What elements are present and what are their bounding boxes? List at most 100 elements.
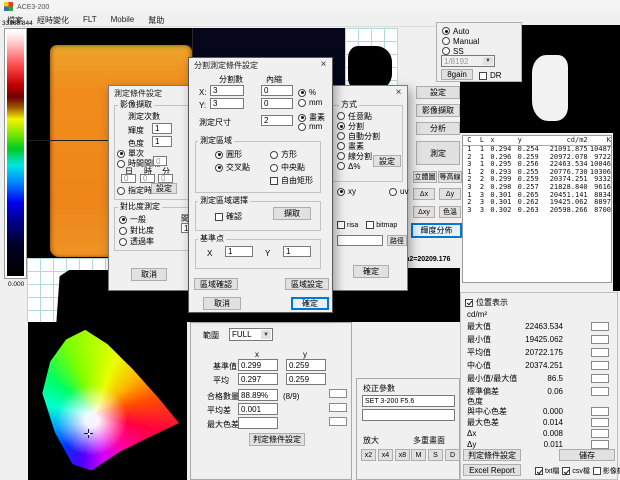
y-division-field[interactable]: 3: [210, 98, 244, 109]
x-inset-field[interactable]: 0: [261, 85, 293, 96]
analyze-button[interactable]: 分析: [416, 122, 460, 135]
close-icon[interactable]: ×: [317, 59, 330, 71]
exposure-mode-radio[interactable]: Auto: [442, 26, 479, 36]
interval-field[interactable]: 0: [153, 156, 167, 166]
exposure-mode-radio[interactable]: Manual: [442, 36, 479, 46]
delta-y-button[interactable]: Δy: [439, 188, 461, 200]
coord-xy-radio[interactable]: xy: [337, 187, 356, 196]
settings-button[interactable]: 設定: [416, 86, 460, 99]
multi-screen-button[interactable]: D: [445, 449, 460, 461]
range-select[interactable]: FULL ▼: [229, 328, 273, 341]
luminance-dist-button[interactable]: 輝度分佈: [411, 223, 462, 238]
delta-xy-button[interactable]: Δxy: [413, 206, 435, 218]
checkbox-icon: [270, 177, 278, 185]
zoom-button[interactable]: x8: [395, 449, 410, 461]
ok-button[interactable]: 確定: [353, 265, 389, 278]
cancel-button[interactable]: 取消: [203, 297, 241, 310]
excel-report-button[interactable]: Excel Report: [463, 464, 521, 476]
average-x-field[interactable]: 0.297: [238, 373, 278, 385]
file-option-checkbox[interactable]: risa: [337, 221, 358, 229]
measure-button[interactable]: 測定: [416, 141, 460, 165]
ok-button[interactable]: 確定: [291, 297, 329, 310]
confirm-checkbox[interactable]: 確認: [215, 211, 242, 222]
multi-screen-button[interactable]: S: [428, 449, 443, 461]
day-field[interactable]: 0: [121, 174, 136, 183]
stereo-button[interactable]: 立體圖: [413, 171, 437, 183]
method-set-button[interactable]: 設定: [373, 155, 401, 167]
zoom-button[interactable]: x4: [378, 449, 393, 461]
judge-condition-button[interactable]: 判定條件設定: [463, 449, 521, 461]
contour-button[interactable]: 等高線: [438, 171, 462, 183]
base-x-field[interactable]: 1: [225, 246, 253, 257]
measurement-table[interactable]: CLxycd/m2K 110.2940.25421091.87510487210…: [462, 135, 612, 283]
stat-label: 標準偏差: [467, 386, 523, 397]
table-row[interactable]: 330.3020.26320598.2668700: [463, 207, 611, 215]
file-option-checkbox[interactable]: bitmap: [366, 221, 397, 229]
average-y-field[interactable]: 0.259: [286, 373, 326, 385]
base-y-field[interactable]: 1: [283, 246, 311, 257]
file-format-checkbox[interactable]: txt檔: [535, 466, 559, 476]
lum-count-label: 輝度: [128, 126, 144, 135]
gain-button[interactable]: 8gain: [441, 69, 473, 80]
size-field[interactable]: 2: [261, 115, 293, 126]
reference-y-field[interactable]: 0.259: [286, 359, 326, 371]
position-display-checkbox[interactable]: 位置表示: [465, 297, 508, 308]
inset-mm-radio[interactable]: mm: [298, 98, 322, 107]
coord-uv-radio[interactable]: uv: [389, 187, 408, 196]
hour-field[interactable]: 0: [140, 174, 155, 183]
menu-item[interactable]: FLT: [76, 13, 104, 26]
size-mm-radio[interactable]: mm: [298, 122, 322, 131]
save-button[interactable]: 儲存: [559, 449, 615, 461]
x-division-field[interactable]: 3: [210, 85, 244, 96]
normal-radio[interactable]: 一般: [119, 214, 146, 225]
y-inset-field[interactable]: 0: [261, 98, 293, 109]
avg-diff-field[interactable]: 0.001: [238, 403, 278, 415]
area-confirm-button[interactable]: 區域確認: [194, 278, 238, 290]
inset-percent-radio[interactable]: %: [298, 88, 316, 97]
square-radio[interactable]: 方形: [270, 149, 297, 160]
path-field[interactable]: [337, 235, 383, 246]
dr-checkbox[interactable]: DR: [479, 71, 502, 80]
file-format-checkbox[interactable]: 影像檔: [593, 466, 620, 476]
time-set-button[interactable]: 設定: [151, 183, 177, 194]
free-rect-checkbox[interactable]: 自由矩形: [270, 175, 313, 186]
menu-item[interactable]: 經時變化: [30, 13, 76, 26]
checkbox-icon: [465, 299, 473, 307]
circle-radio[interactable]: 圓形: [215, 149, 242, 160]
close-icon[interactable]: ×: [392, 87, 405, 99]
delta-x-button[interactable]: Δx: [413, 188, 435, 200]
multi-screen-button[interactable]: M: [411, 449, 426, 461]
chevron-down-icon: ▼: [261, 330, 271, 339]
method-radio[interactable]: 自動分割: [337, 131, 380, 141]
center-point-radio[interactable]: 中央點: [270, 162, 305, 173]
table-header-cell: y: [516, 136, 543, 145]
file-format-checkbox[interactable]: csv檔: [562, 466, 590, 476]
pass-count-field[interactable]: 88.89%: [238, 389, 278, 401]
cancel-button[interactable]: 取消: [131, 268, 167, 281]
color-temp-button[interactable]: 色溫: [439, 206, 461, 218]
contrast-radio[interactable]: 對比度: [119, 225, 154, 236]
area-set-button[interactable]: 區域設定: [285, 278, 329, 290]
method-radio[interactable]: 畫素: [337, 141, 380, 151]
calibration-set-field2[interactable]: [362, 409, 455, 421]
menu-item[interactable]: Mobile: [104, 13, 142, 26]
method-radio[interactable]: 任意點: [337, 111, 380, 121]
capture-region-button[interactable]: 擷取: [273, 207, 311, 220]
radio-icon: [442, 37, 450, 45]
cie-diagram[interactable]: [28, 322, 187, 480]
judge-condition-button[interactable]: 判定條件設定: [249, 433, 305, 446]
calibration-set-field[interactable]: SET 3-200 F5.6: [362, 395, 455, 407]
method-radio[interactable]: 分割: [337, 121, 380, 131]
shutter-select[interactable]: 1/8192 ▼: [441, 55, 495, 67]
lum-count-field[interactable]: 1: [152, 123, 172, 134]
minute-field[interactable]: 0: [158, 174, 173, 183]
zoom-button[interactable]: x2: [361, 449, 376, 461]
menu-item[interactable]: 幫助: [141, 13, 171, 26]
cross-point-radio[interactable]: 交叉點: [215, 162, 250, 173]
capture-button[interactable]: 影像擷取: [416, 104, 460, 117]
reference-x-field[interactable]: 0.299: [238, 359, 278, 371]
transmittance-radio[interactable]: 透過率: [119, 236, 154, 247]
path-button[interactable]: 路徑: [387, 235, 407, 246]
max-colordiff-field[interactable]: [238, 417, 278, 429]
chroma-count-field[interactable]: 1: [152, 136, 172, 147]
